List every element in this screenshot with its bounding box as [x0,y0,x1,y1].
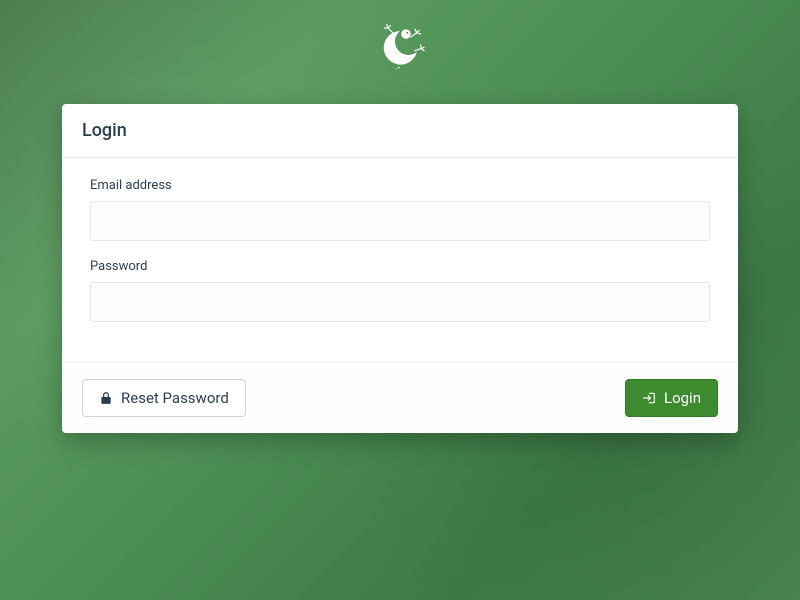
card-title: Login [82,120,718,141]
reset-password-button[interactable]: Reset Password [82,379,246,417]
reset-password-label: Reset Password [121,389,229,407]
signin-icon [642,391,656,405]
email-label: Email address [90,178,710,193]
email-group: Email address [90,178,710,241]
email-field[interactable] [90,201,710,241]
password-label: Password [90,259,710,274]
password-field[interactable] [90,282,710,322]
brand-logo [370,22,430,82]
login-card: Login Email address Password Reset Passw… [62,104,738,433]
card-header: Login [62,104,738,158]
lock-icon [99,391,113,405]
card-body: Email address Password [62,158,738,362]
password-group: Password [90,259,710,322]
login-button-label: Login [664,389,701,407]
card-footer: Reset Password Login [62,362,738,433]
gecko-icon [370,22,430,82]
login-button[interactable]: Login [625,379,718,417]
